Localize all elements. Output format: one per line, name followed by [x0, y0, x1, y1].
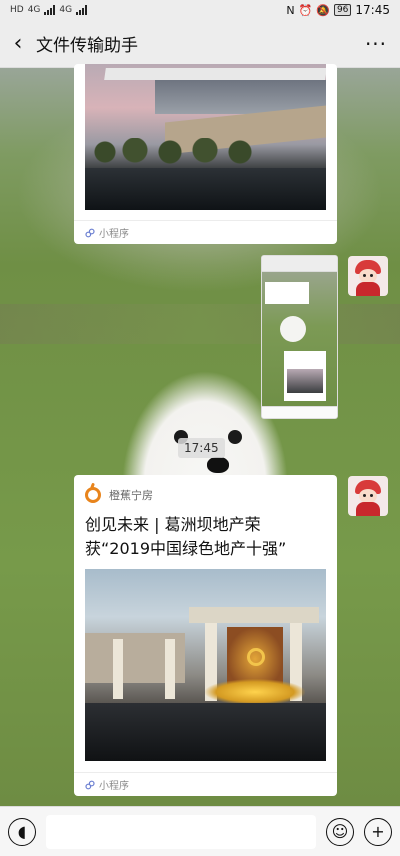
- emoji-button[interactable]: ☺: [326, 817, 354, 846]
- network-label: 4G: [59, 5, 73, 15]
- more-button[interactable]: ···: [352, 20, 400, 68]
- network-label: 4G: [27, 5, 41, 15]
- alarm-icon: ⏰: [298, 3, 313, 17]
- status-left: HD 4G 4G: [10, 5, 88, 15]
- more-dots-icon: ···: [364, 31, 388, 56]
- status-bar: HD 4G 4G N ⏰ 🔕 96 17:45: [0, 0, 400, 20]
- card-source: 橙蕉宁房: [85, 487, 153, 503]
- network-label: HD: [10, 5, 24, 15]
- avatar[interactable]: [348, 476, 388, 516]
- signal-icon: [76, 5, 88, 15]
- card-footer: 小程序: [74, 772, 337, 796]
- card-footer: 小程序: [74, 220, 337, 244]
- chevron-left-icon: ‹: [13, 31, 23, 56]
- message-timestamp: 17:45: [178, 438, 225, 458]
- wallpaper-dog-nose: [207, 457, 229, 473]
- gate-image: [85, 569, 326, 761]
- brand-name: 橙蕉宁房: [109, 489, 153, 502]
- plus-icon: +: [371, 822, 385, 841]
- mini-program-card[interactable]: 小程序: [74, 64, 337, 244]
- signal-icon: [44, 5, 56, 15]
- voice-button[interactable]: ◖: [8, 817, 36, 846]
- avatar[interactable]: [348, 256, 388, 296]
- voice-icon: ◖: [17, 822, 27, 841]
- chat-header: ‹ 文件传输助手 ···: [0, 20, 400, 68]
- mini-program-label: 小程序: [99, 229, 129, 240]
- status-time: 17:45: [355, 3, 390, 17]
- status-right: N ⏰ 🔕 96 17:45: [286, 3, 390, 17]
- plus-button[interactable]: +: [364, 817, 392, 846]
- chat-title: 文件传输助手: [36, 36, 138, 56]
- battery-icon: 96: [333, 4, 352, 16]
- back-button[interactable]: ‹: [0, 20, 36, 68]
- building-image: [85, 64, 326, 210]
- image-message[interactable]: [261, 255, 338, 419]
- wallpaper-dog-eye: [228, 430, 242, 444]
- card-title: 创见未来 | 葛洲坝地产荣获“2019中国绿色地产十强”: [85, 515, 287, 558]
- nfc-icon: N: [286, 3, 295, 17]
- mini-program-card[interactable]: 橙蕉宁房 创见未来 | 葛洲坝地产荣获“2019中国绿色地产十强” 小程序: [74, 475, 337, 796]
- input-bar: ◖ ☺ +: [0, 806, 400, 856]
- message-input[interactable]: [46, 814, 316, 849]
- wallpaper-path-shadow: [0, 304, 400, 344]
- mini-program-icon: [85, 780, 95, 789]
- mute-icon: 🔕: [316, 3, 330, 17]
- emoji-icon: ☺: [331, 822, 349, 841]
- brand-logo-icon: [85, 487, 101, 503]
- mini-program-label: 小程序: [99, 781, 129, 792]
- mini-program-icon: [85, 228, 95, 237]
